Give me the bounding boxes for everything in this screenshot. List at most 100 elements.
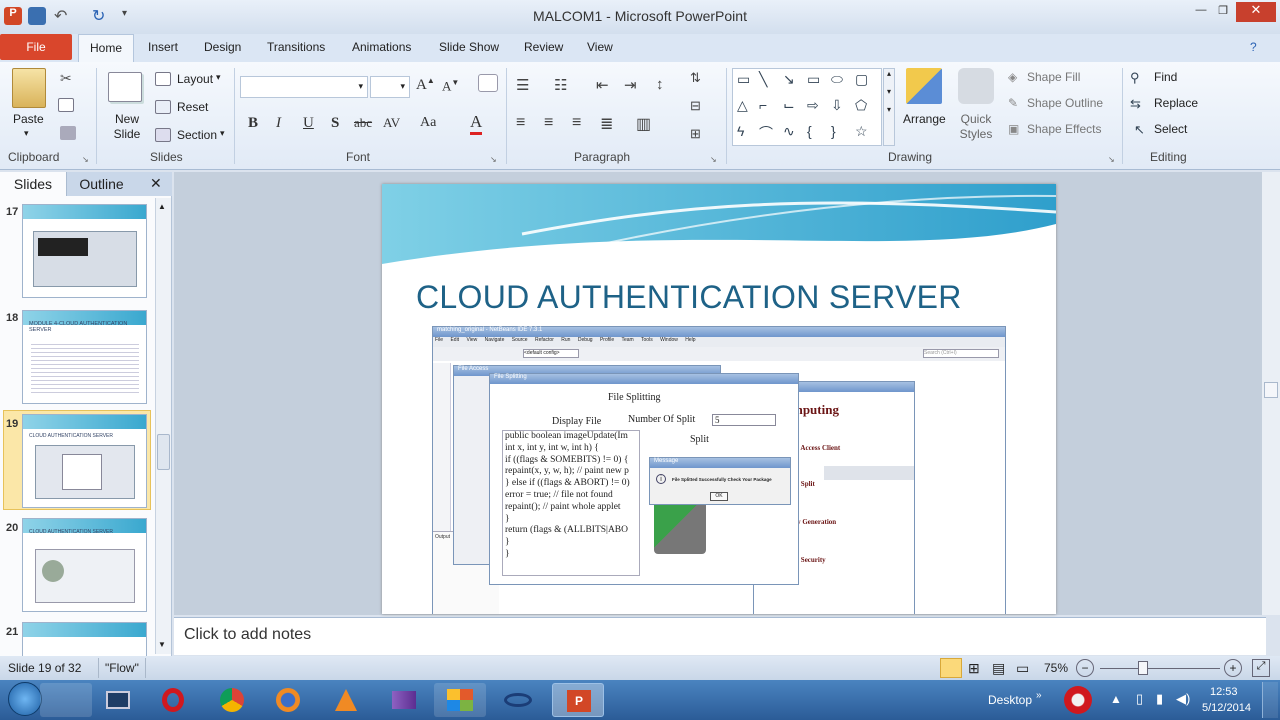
- help-icon[interactable]: ?: [1250, 40, 1257, 54]
- font-family-combo[interactable]: ▾: [240, 76, 368, 98]
- columns-icon[interactable]: ▥: [636, 114, 651, 134]
- smartart-icon[interactable]: ⊞: [690, 126, 701, 142]
- zoom-slider-track[interactable]: [1100, 668, 1220, 669]
- change-case-icon[interactable]: Aa: [420, 115, 436, 131]
- text-shadow-icon[interactable]: S: [331, 115, 339, 132]
- shrink-font-icon[interactable]: A▼: [442, 78, 459, 94]
- scroll-down-icon[interactable]: ▼: [158, 640, 166, 649]
- underline-icon[interactable]: U: [303, 115, 314, 132]
- arrange-button[interactable]: Arrange: [903, 112, 946, 126]
- office-taskbar-icon[interactable]: [434, 683, 486, 717]
- slide-thumb-19[interactable]: CLOUD AUTHENTICATION SERVER: [22, 414, 147, 508]
- clock-date[interactable]: 5/12/2014: [1202, 702, 1251, 714]
- rounded-rect-shape-icon[interactable]: ▢: [855, 71, 868, 88]
- layout-dropdown-icon[interactable]: ▾: [216, 72, 221, 83]
- normal-view-icon[interactable]: [940, 658, 962, 678]
- visual-studio-taskbar-icon[interactable]: [378, 683, 430, 717]
- font-color-icon[interactable]: A: [470, 112, 483, 135]
- tab-transitions[interactable]: Transitions: [267, 40, 325, 54]
- zoom-level[interactable]: 75%: [1044, 661, 1068, 675]
- line-spacing-icon[interactable]: ↕: [656, 76, 664, 93]
- arrow-shape-icon[interactable]: ↘: [783, 71, 795, 88]
- new-slide-icon[interactable]: [108, 72, 142, 102]
- slide-thumb-21[interactable]: [22, 622, 147, 656]
- cut-icon[interactable]: ✂: [60, 70, 72, 87]
- current-slide[interactable]: CLOUD AUTHENTICATION SERVER matching_ori…: [382, 184, 1056, 614]
- font-dialog-launcher-icon[interactable]: ↘: [490, 155, 497, 164]
- tab-animations[interactable]: Animations: [352, 40, 411, 54]
- opera-taskbar-icon[interactable]: [148, 683, 200, 717]
- copy-icon[interactable]: [58, 98, 74, 112]
- tab-slide-show[interactable]: Slide Show: [439, 40, 499, 54]
- zoom-in-icon[interactable]: +: [1224, 659, 1242, 677]
- restore-icon[interactable]: ❐: [1212, 4, 1234, 18]
- tab-insert[interactable]: Insert: [148, 40, 178, 54]
- new-slide-button[interactable]: New Slide: [112, 112, 142, 142]
- curve-shape-icon[interactable]: ⌒: [759, 123, 773, 143]
- numbering-icon[interactable]: ☷: [554, 76, 567, 94]
- close-panel-icon[interactable]: ✕: [150, 175, 162, 192]
- shape-fill-button[interactable]: Shape Fill: [1027, 70, 1080, 84]
- text-box-shape-icon[interactable]: ▭: [737, 71, 750, 88]
- tab-slides[interactable]: Slides: [0, 172, 66, 196]
- format-painter-icon[interactable]: [60, 126, 76, 140]
- left-brace-shape-icon[interactable]: {: [807, 123, 812, 139]
- antivirus-tray-icon[interactable]: [1064, 686, 1092, 714]
- shape-effects-button[interactable]: Shape Effects: [1027, 122, 1102, 136]
- bullets-icon[interactable]: ☰: [516, 76, 529, 94]
- powerpoint-taskbar-icon[interactable]: P: [552, 683, 604, 717]
- freeform-shape-icon[interactable]: ϟ: [737, 123, 744, 139]
- start-button-icon[interactable]: [8, 682, 42, 716]
- network-icon[interactable]: ▮: [1156, 691, 1163, 707]
- section-dropdown-icon[interactable]: ▾: [220, 128, 225, 139]
- triangle-shape-icon[interactable]: △: [737, 97, 748, 114]
- lenovo-taskbar-icon[interactable]: [92, 683, 144, 717]
- scroll-up-icon[interactable]: ▲: [158, 202, 166, 211]
- tab-review[interactable]: Review: [524, 40, 563, 54]
- battery-icon[interactable]: ▯: [1136, 691, 1143, 707]
- reading-view-icon[interactable]: ▤: [992, 660, 1005, 677]
- slide-thumb-17[interactable]: [22, 204, 147, 298]
- grow-font-icon[interactable]: A▲: [416, 76, 435, 94]
- tab-file[interactable]: File: [0, 34, 72, 60]
- down-arrow-shape-icon[interactable]: ⇩: [831, 97, 843, 114]
- drawing-dialog-launcher-icon[interactable]: ↘: [1108, 155, 1115, 164]
- section-button[interactable]: Section: [177, 128, 217, 142]
- clear-formatting-icon[interactable]: [478, 74, 498, 92]
- slide-thumb-18[interactable]: MODULE 4-CLOUD AUTHENTICATION SERVER: [22, 310, 147, 404]
- pentagon-shape-icon[interactable]: ⬠: [855, 97, 867, 114]
- shapes-gallery-scroll[interactable]: ▴ ▾ ▾: [883, 68, 895, 146]
- justify-icon[interactable]: ≣: [600, 114, 613, 134]
- right-brace-shape-icon[interactable]: }: [831, 123, 836, 139]
- slide-title[interactable]: CLOUD AUTHENTICATION SERVER: [416, 279, 962, 316]
- paste-dropdown-icon[interactable]: ▾: [24, 128, 29, 139]
- quick-styles-button[interactable]: Quick Styles: [956, 112, 996, 142]
- tab-home[interactable]: Home: [78, 34, 134, 62]
- tab-outline[interactable]: Outline: [66, 172, 136, 196]
- explorer-taskbar-icon[interactable]: [40, 683, 92, 717]
- increase-indent-icon[interactable]: ⇥: [624, 76, 637, 94]
- text-direction-icon[interactable]: ⇅: [690, 70, 701, 86]
- notes-pane[interactable]: Click to add notes: [174, 617, 1266, 655]
- paste-icon[interactable]: [12, 68, 46, 108]
- arrange-icon[interactable]: [906, 68, 942, 104]
- rectangle-shape-icon[interactable]: ▭: [807, 71, 820, 88]
- decrease-indent-icon[interactable]: ⇤: [596, 76, 609, 94]
- close-icon[interactable]: ✕: [1236, 2, 1276, 22]
- slide-thumb-20[interactable]: CLOUD AUTHENTICATION SERVER: [22, 518, 147, 612]
- show-hidden-icons-icon[interactable]: ▲: [1110, 692, 1122, 706]
- character-spacing-icon[interactable]: AV: [383, 115, 400, 131]
- paragraph-dialog-launcher-icon[interactable]: ↘: [710, 155, 717, 164]
- font-size-combo[interactable]: ▾: [370, 76, 410, 98]
- align-center-icon[interactable]: ≡: [544, 114, 553, 132]
- minimize-icon[interactable]: —: [1190, 4, 1212, 18]
- replace-button[interactable]: Replace: [1154, 96, 1198, 110]
- oval-shape-icon[interactable]: ⬭: [831, 71, 843, 88]
- dialog-launcher-icon[interactable]: ↘: [82, 155, 89, 164]
- vertical-scroll-thumb[interactable]: [1264, 382, 1278, 398]
- align-text-icon[interactable]: ⊟: [690, 98, 701, 114]
- panel-scrollbar[interactable]: ▲ ▼: [155, 198, 171, 654]
- volume-icon[interactable]: ◀): [1176, 691, 1190, 707]
- tab-view[interactable]: View: [587, 40, 613, 54]
- shapes-gallery[interactable]: ▭ ╲ ↘ ▭ ⬭ ▢ △ ⌐ ⌙ ⇨ ⇩ ⬠ ϟ ⌒ ∿ { } ☆: [732, 68, 882, 146]
